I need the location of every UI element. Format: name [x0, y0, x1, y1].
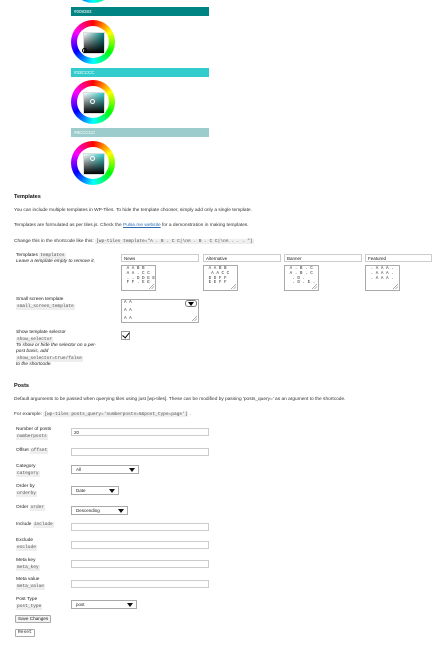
orderby-select[interactable]: Date [71, 486, 119, 495]
category-label: Category category [16, 464, 40, 477]
post-type-label: Post Type post_type [16, 597, 43, 610]
color-wheel-4[interactable] [71, 141, 115, 185]
field-code: offset [30, 448, 49, 454]
color-swatch-1[interactable]: #008383 [71, 7, 209, 16]
color-picker-handle[interactable] [90, 99, 95, 104]
numberposts-input[interactable]: 20 [71, 428, 209, 436]
orderby-label: Order by orderby [16, 484, 37, 497]
text: For example: [14, 412, 44, 417]
dropdown-arrow-icon [127, 603, 133, 607]
posts-example-code: [wp-tiles posts_query='numberposts=5&pos… [43, 412, 189, 417]
pulse-me-link[interactable]: Pulse.me website [123, 223, 161, 228]
textarea-scroll-up-icon[interactable] [185, 300, 197, 307]
field-label: Post Type [16, 597, 38, 602]
small-screen-template-label: Small screen template small_screen_templ… [16, 297, 75, 310]
template-name-input-featured[interactable]: Featured [365, 254, 432, 262]
numberposts-label: Number of posts numberposts [16, 427, 51, 440]
section-heading-templates: Templates [14, 194, 41, 200]
show-selector-checkbox[interactable] [121, 330, 130, 340]
post-type-select[interactable]: post [71, 600, 137, 609]
field-label: Meta value [16, 577, 40, 582]
field-label: Include [16, 522, 32, 527]
templates-shortcode-example: Change this in the shortcode like this: … [14, 239, 254, 244]
template-textarea-featured[interactable]: . A A A . . A A A . . A A A . [365, 265, 400, 291]
field-help: To show or hide the selector on a per- [16, 343, 97, 348]
color-picker-handle[interactable] [90, 156, 95, 161]
select-value: All [76, 467, 82, 472]
dropdown-arrow-icon [129, 468, 135, 472]
template-textarea-news[interactable]: A A B B A A . C C . . D D E E F F . E E [121, 265, 156, 291]
field-code: numberposts [16, 434, 48, 440]
exclude-input[interactable] [71, 541, 209, 549]
save-changes-button[interactable]: Save Changes [15, 615, 52, 623]
meta-value-input[interactable] [71, 580, 209, 588]
dropdown-arrow-icon [109, 489, 115, 493]
meta-key-label: Meta key meta_key [16, 558, 40, 571]
offset-label: Offset offset [16, 447, 49, 454]
select-value: Date [76, 488, 86, 493]
field-code: meta_value [16, 584, 46, 590]
meta-key-input[interactable] [71, 560, 209, 568]
color-swatch-2[interactable]: #33CCCC [71, 68, 209, 77]
templates-label: Templates templates Leave a template emp… [16, 252, 95, 265]
text: Change this in the shortcode like this: [14, 239, 94, 244]
field-help: to the shortcode. [16, 362, 52, 367]
field-code: category [16, 471, 40, 477]
field-code: include [32, 522, 54, 528]
section-heading-posts: Posts [14, 383, 29, 389]
order-label: Order order [16, 504, 46, 511]
checkmark-icon [122, 330, 130, 339]
field-label: Templates [16, 253, 38, 258]
meta-value-label: Meta value meta_value [16, 577, 46, 590]
field-code: order [29, 505, 46, 511]
field-label: Exclude [16, 538, 34, 543]
template-name-input-banner[interactable]: Banner [284, 254, 362, 262]
exclude-label: Exclude exclude [16, 538, 37, 551]
field-label: Small screen template [16, 297, 64, 302]
template-textarea-banner[interactable]: A . B . C A . B . C . D . . D . E . [284, 265, 319, 291]
offset-input[interactable] [71, 448, 209, 456]
field-code: small_screen_template [16, 304, 75, 310]
posts-description: Default arguments to be passed when quer… [14, 397, 346, 402]
color-picker-handle[interactable] [82, 48, 87, 53]
color-swatch-3[interactable]: #9CCCCC [71, 128, 209, 137]
field-help: Leave a template empty to remove it. [16, 259, 95, 264]
shortcode-example-code: [wp-tiles template="A . B . C C|\nA . B … [95, 239, 254, 244]
triangle-down-icon [188, 302, 194, 306]
template-name-input-alternative[interactable]: Alternative [203, 254, 281, 262]
template-name-input-news[interactable]: News [121, 254, 199, 262]
select-value: post [76, 602, 85, 607]
dropdown-arrow-icon [118, 509, 124, 513]
field-label: Meta key [16, 558, 36, 563]
text: for a demonstration in making templates. [160, 223, 249, 228]
field-label: Category [16, 464, 36, 469]
color-wheel-partial[interactable] [71, 0, 115, 3]
reset-button[interactable]: Reset [15, 629, 35, 637]
text: Templates are formulated as per tiles.js… [14, 223, 124, 228]
field-help: post basis, add [16, 349, 49, 354]
text: . [188, 412, 192, 417]
field-code: post_type [16, 604, 43, 610]
field-label: Show template selector [16, 330, 66, 335]
template-textarea-alternative[interactable]: A A B B A A C C D D F F E E F F [203, 265, 238, 291]
field-label: Order [16, 505, 29, 510]
posts-example: For example: [wp-tiles posts_query='numb… [14, 412, 191, 417]
include-label: Include include [16, 521, 54, 528]
include-input[interactable] [71, 523, 209, 531]
field-code: orderby [16, 491, 37, 497]
field-label: Order by [16, 484, 35, 489]
show-selector-label: Show template selector show_selector To … [16, 330, 96, 368]
templates-formulation-note: Templates are formulated as per tiles.js… [14, 223, 249, 228]
field-label: Offset [16, 448, 29, 453]
order-select[interactable]: Descending [71, 506, 128, 515]
color-wheel-3[interactable] [71, 80, 115, 124]
category-select[interactable]: All [71, 465, 139, 474]
select-value: Descending [76, 508, 100, 513]
field-code: meta_key [16, 565, 40, 571]
field-code: exclude [16, 545, 37, 551]
templates-description: You can include multiple templates in WP… [14, 208, 252, 213]
field-label: Number of posts [16, 427, 52, 432]
color-wheel-2[interactable] [71, 20, 115, 64]
